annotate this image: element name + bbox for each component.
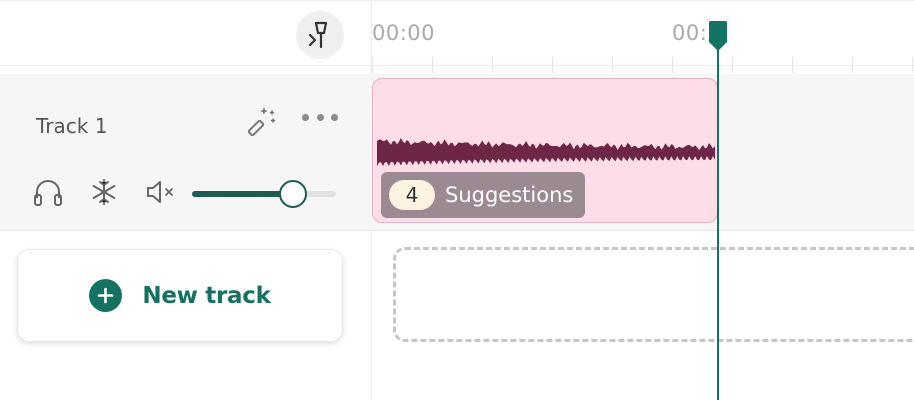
suggestions-label: Suggestions (445, 183, 574, 207)
ruler-tick (552, 57, 553, 73)
magic-wand-icon (247, 108, 276, 137)
track-controls: Track 1 (0, 74, 372, 231)
audio-editor: 00:00 00: Track 1 4 Suggestions New trac… (0, 0, 914, 400)
ruler-tick (372, 57, 373, 73)
volume-slider[interactable] (192, 180, 336, 208)
mute-button[interactable] (145, 178, 177, 206)
volume-slider-thumb[interactable] (278, 180, 307, 208)
headphones-icon (34, 180, 62, 206)
plus-icon (89, 279, 123, 312)
more-icon-dot (302, 113, 309, 121)
suggestions-count: 4 (389, 180, 435, 210)
snap-button[interactable] (296, 11, 344, 59)
speaker-mute-icon (147, 181, 173, 203)
ruler-tick (852, 57, 853, 73)
waveform-shape (377, 138, 715, 167)
track-more-button[interactable] (302, 106, 338, 128)
new-track-button[interactable]: New track (17, 249, 343, 342)
ruler-tick (732, 57, 733, 73)
playhead-handle[interactable] (707, 20, 729, 52)
snap-icon (308, 21, 328, 49)
playhead-line (717, 36, 719, 400)
ruler-tick (612, 57, 613, 73)
new-track-label: New track (142, 282, 271, 309)
ruler-tick (432, 57, 433, 73)
ruler-tick (672, 57, 673, 73)
waveform (377, 138, 715, 167)
more-icon-dot (331, 113, 338, 121)
track-name[interactable]: Track 1 (36, 114, 107, 138)
audio-clip[interactable]: 4 Suggestions (372, 78, 718, 223)
ruler-tick (492, 57, 493, 73)
track-lane[interactable]: 4 Suggestions (372, 74, 914, 231)
new-track-drop-zone[interactable] (393, 247, 914, 342)
solo-button[interactable] (32, 176, 64, 208)
suggestions-badge[interactable]: 4 Suggestions (381, 172, 585, 218)
magic-button[interactable] (247, 104, 280, 137)
volume-slider-fill (192, 191, 293, 197)
more-icon-dot (316, 113, 324, 121)
snowflake-icon (92, 179, 116, 205)
freeze-button[interactable] (90, 178, 118, 206)
ruler-label-next: 00: (672, 21, 708, 45)
timeline-ruler[interactable]: 00:00 00: (372, 0, 914, 74)
ruler-tick (912, 57, 913, 73)
ruler-baseline (372, 65, 914, 66)
ruler-tick (792, 57, 793, 73)
ruler-label-start: 00:00 (372, 21, 436, 45)
track-header-toolbar (0, 0, 372, 66)
